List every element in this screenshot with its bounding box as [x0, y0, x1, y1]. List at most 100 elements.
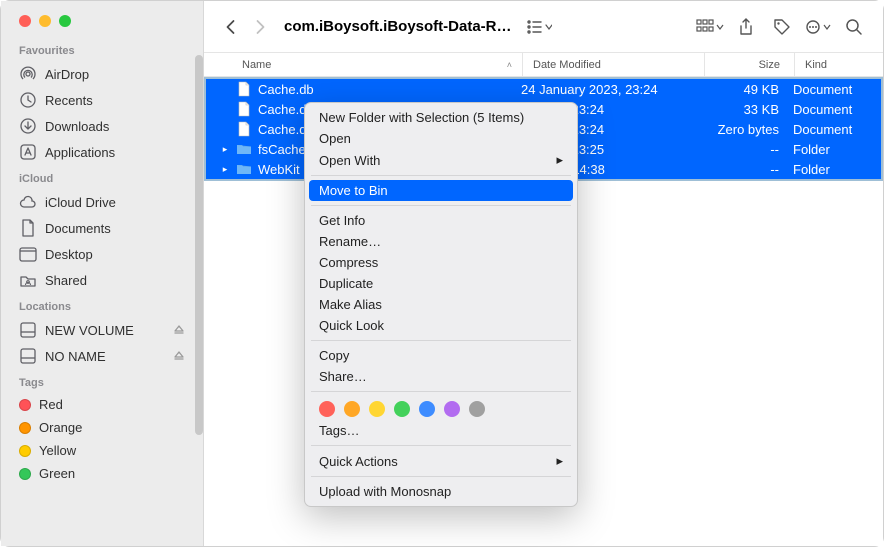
sidebar-item[interactable]: Downloads [1, 113, 203, 139]
sidebar-item[interactable]: Documents [1, 215, 203, 241]
context-menu-item[interactable]: Quick Actions▸ [305, 450, 577, 472]
tag-color-swatch[interactable] [444, 401, 460, 417]
sidebar-item-label: AirDrop [45, 67, 89, 82]
sidebar-section-header: Locations [1, 293, 203, 317]
context-menu-item[interactable]: Rename… [305, 231, 577, 252]
sidebar-item[interactable]: Green [1, 462, 203, 485]
file-size: 49 KB [703, 79, 793, 99]
sidebar-item-label: Documents [45, 221, 111, 236]
sidebar-item[interactable]: Red [1, 393, 203, 416]
column-header-date[interactable]: Date Modified [523, 53, 705, 76]
file-size: -- [703, 139, 793, 159]
tag-color-swatch[interactable] [419, 401, 435, 417]
context-menu-separator [311, 391, 571, 392]
context-menu-item-label: Move to Bin [319, 183, 388, 198]
submenu-icon: ▸ [556, 152, 563, 168]
view-mode-button[interactable] [524, 13, 554, 41]
context-menu-item[interactable]: Get Info [305, 210, 577, 231]
sidebar-item[interactable]: NEW VOLUME [1, 317, 203, 343]
context-menu-item[interactable]: Upload with Monosnap [305, 481, 577, 502]
doc-icon [19, 219, 37, 237]
file-size: 33 KB [703, 99, 793, 119]
tag-color-swatch[interactable] [319, 401, 335, 417]
sidebar: Favourites AirDrop Recents Downloads Applica… [1, 1, 204, 546]
column-header-kind[interactable]: Kind [795, 53, 883, 76]
tag-button[interactable] [767, 13, 797, 41]
sidebar-scrollbar[interactable] [195, 55, 203, 435]
desktop-icon [19, 245, 37, 263]
file-row[interactable]: Cache.db24 January 2023, 23:2449 KBDocum… [206, 79, 881, 99]
shared-icon [19, 271, 37, 289]
column-header-name[interactable]: Name˄ [204, 53, 523, 76]
submenu-icon: ▸ [556, 453, 563, 469]
context-menu-item-label: Open With [319, 153, 380, 168]
sidebar-item[interactable]: Recents [1, 87, 203, 113]
context-menu-item[interactable]: Compress [305, 252, 577, 273]
eject-icon[interactable] [173, 324, 185, 336]
group-button[interactable] [695, 13, 725, 41]
tag-color-swatch[interactable] [394, 401, 410, 417]
close-window-button[interactable] [19, 15, 31, 27]
search-button[interactable] [839, 13, 869, 41]
context-menu-item[interactable]: Tags… [305, 420, 577, 441]
sidebar-item-label: Recents [45, 93, 93, 108]
back-button[interactable] [218, 15, 242, 39]
disk-icon [19, 321, 37, 339]
minimize-window-button[interactable] [39, 15, 51, 27]
sidebar-item[interactable]: Desktop [1, 241, 203, 267]
download-icon [19, 117, 37, 135]
folder-icon [236, 141, 252, 157]
tag-color-swatch[interactable] [469, 401, 485, 417]
sidebar-section-header: Favourites [1, 37, 203, 61]
share-button[interactable] [731, 13, 761, 41]
sidebar-item[interactable]: Applications [1, 139, 203, 165]
file-icon [236, 81, 252, 97]
sidebar-item-label: iCloud Drive [45, 195, 116, 210]
tag-color-icon [19, 445, 31, 457]
sidebar-item[interactable]: iCloud Drive [1, 189, 203, 215]
sidebar-item-label: NO NAME [45, 349, 106, 364]
sidebar-item-label: Applications [45, 145, 115, 160]
file-name: WebKit [258, 162, 300, 177]
file-kind: Document [793, 79, 881, 99]
context-menu-item[interactable]: Share… [305, 366, 577, 387]
file-icon [236, 121, 252, 137]
context-menu-item[interactable]: Open [305, 128, 577, 149]
tag-color-swatch[interactable] [369, 401, 385, 417]
file-size: Zero bytes [703, 119, 793, 139]
context-menu-item[interactable]: Move to Bin [309, 180, 573, 201]
context-menu-item-label: Open [319, 131, 351, 146]
context-menu-item-label: Get Info [319, 213, 365, 228]
context-menu-item[interactable]: New Folder with Selection (5 Items) [305, 107, 577, 128]
sidebar-item[interactable]: Yellow [1, 439, 203, 462]
context-menu-item-label: Make Alias [319, 297, 382, 312]
fullscreen-window-button[interactable] [59, 15, 71, 27]
app-icon [19, 143, 37, 161]
column-header-kind-label: Kind [805, 59, 827, 71]
sidebar-item-label: Orange [39, 420, 82, 435]
sidebar-item-label: Downloads [45, 119, 109, 134]
sidebar-section-header: iCloud [1, 165, 203, 189]
context-menu-item[interactable]: Open With ▸ [305, 149, 577, 171]
file-kind: Document [793, 99, 881, 119]
sidebar-item[interactable]: Shared [1, 267, 203, 293]
context-menu-item-label: Rename… [319, 234, 381, 249]
airdrop-icon [19, 65, 37, 83]
context-menu-item[interactable]: Duplicate [305, 273, 577, 294]
tag-color-swatch[interactable] [344, 401, 360, 417]
forward-button[interactable] [248, 15, 272, 39]
column-header-size[interactable]: Size [705, 53, 795, 76]
sidebar-item-label: Red [39, 397, 63, 412]
sidebar-item[interactable]: NO NAME [1, 343, 203, 369]
eject-icon[interactable] [173, 350, 185, 362]
context-menu-item[interactable]: Copy [305, 345, 577, 366]
action-button[interactable] [803, 13, 833, 41]
context-menu-item[interactable]: Make Alias [305, 294, 577, 315]
disclosure-icon[interactable]: ▸ [220, 144, 230, 155]
folder-icon [236, 161, 252, 177]
disclosure-icon[interactable]: ▸ [220, 164, 230, 175]
sidebar-item[interactable]: AirDrop [1, 61, 203, 87]
clock-icon [19, 91, 37, 109]
sidebar-item[interactable]: Orange [1, 416, 203, 439]
context-menu-item[interactable]: Quick Look [305, 315, 577, 336]
